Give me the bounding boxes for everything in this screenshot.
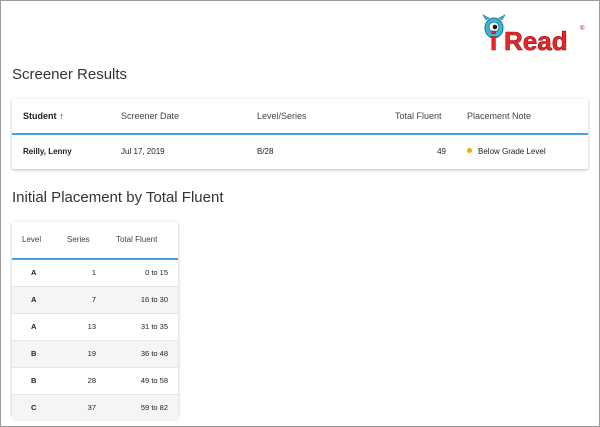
col-level: Level	[22, 235, 42, 244]
table-header: Student ↑ Screener Date Level/Series Tota…	[12, 99, 588, 135]
total-fluent: 49	[437, 147, 446, 156]
table-row: A 7 16 to 30	[12, 287, 178, 314]
placement-note-text: Below Grade Level	[478, 147, 546, 156]
series-cell: 13	[87, 322, 96, 331]
student-name[interactable]: Reilly, Lenny	[23, 135, 72, 169]
screener-date: Jul 17, 2019	[121, 147, 165, 156]
total-fluent-cell: 36 to 48	[140, 349, 168, 358]
col-level-series[interactable]: Level/Series	[257, 99, 307, 133]
level-cell: A	[31, 295, 37, 304]
series-cell: 28	[87, 376, 96, 385]
col-student-label: Student	[23, 111, 57, 121]
table-row: A 13 31 to 35	[12, 314, 178, 341]
total-fluent-cell: 0 to 15	[145, 268, 168, 277]
series-cell: 1	[91, 268, 96, 277]
col-total-fluent[interactable]: Total Fluent	[395, 99, 442, 133]
level-cell: B	[31, 349, 37, 358]
initial-placement-title: Initial Placement by Total Fluent	[12, 189, 224, 206]
screener-results-title: Screener Results	[12, 66, 128, 83]
total-fluent-cell: 16 to 30	[140, 295, 168, 304]
level-cell: A	[31, 322, 37, 331]
table-row: C 37 59 to 82	[12, 395, 178, 421]
col-total-fluent: Total Fluent	[116, 235, 158, 244]
table-row: B 28 49 to 58	[12, 368, 178, 395]
series-cell: 37	[87, 403, 96, 412]
col-screener-date[interactable]: Screener Date	[121, 99, 179, 133]
table-row: A 1 0 to 15	[12, 260, 178, 287]
series-cell: 7	[91, 295, 96, 304]
level-cell: A	[31, 268, 37, 277]
level-series: B/28	[257, 147, 274, 156]
series-cell: 19	[87, 349, 96, 358]
svg-text:Read: Read	[504, 26, 568, 54]
arrow-up-icon[interactable]: ↑	[60, 99, 65, 133]
level-cell: B	[31, 376, 37, 385]
table-header: Level Series Total Fluent	[12, 222, 178, 260]
status-dot-icon	[467, 148, 472, 154]
col-student[interactable]: Student ↑	[23, 99, 64, 133]
svg-text:i: i	[490, 26, 497, 54]
svg-text:®: ®	[580, 25, 585, 32]
col-series: Series	[67, 235, 90, 244]
table-row: B 19 36 to 48	[12, 341, 178, 368]
col-placement-note[interactable]: Placement Note	[467, 99, 531, 133]
table-body: A 1 0 to 15 A 7 16 to 30 A 13 31 to 35 B 19 36 to 4…	[12, 260, 178, 421]
total-fluent-cell: 49 to 58	[140, 376, 168, 385]
placement-note: Below Grade Level	[467, 135, 546, 169]
level-cell: C	[31, 403, 37, 412]
iread-logo: i Read ®	[482, 14, 585, 54]
initial-placement-table: Level Series Total Fluent A 1 0 to 15 A 7 16 …	[12, 222, 178, 421]
total-fluent-cell: 59 to 82	[140, 403, 168, 412]
total-fluent-cell: 31 to 35	[140, 322, 168, 331]
table-row[interactable]: Reilly, Lenny Jul 17, 2019 B/28 49 Below…	[12, 135, 588, 169]
screener-results-table: Student ↑ Screener Date Level/Series Tota…	[12, 99, 588, 169]
